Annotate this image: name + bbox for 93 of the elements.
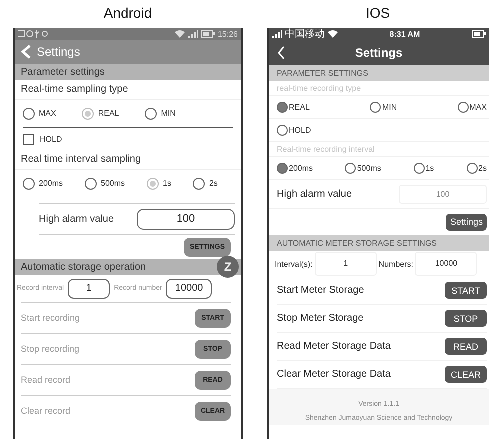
action-label: Clear Meter Storage Data (277, 369, 391, 380)
radio-button[interactable] (414, 162, 425, 174)
action-button[interactable]: CLEAR (445, 366, 487, 383)
group-label: Real-time recording interval (277, 144, 375, 154)
radio-option[interactable]: 1s (147, 178, 172, 190)
radio-button[interactable] (23, 178, 35, 190)
group-label: real-time recording type (277, 84, 362, 92)
section-title: PARAMETER SETTINGS (277, 68, 368, 78)
back-icon[interactable] (277, 46, 285, 60)
radio-label: 1s (163, 179, 172, 188)
radio-button[interactable] (85, 178, 98, 190)
signal-icon (272, 30, 282, 38)
input-field[interactable]: 10000 (166, 278, 212, 298)
status-time: 8:31 AM (390, 30, 420, 38)
radio-label: 500ms (101, 179, 126, 188)
group-label: Real-time sampling type (21, 84, 128, 95)
radio-label: MAX (470, 102, 487, 112)
input-field[interactable]: 100 (137, 208, 235, 230)
radio-option[interactable]: 500ms (85, 178, 126, 190)
action-label: Read Meter Storage Data (277, 341, 391, 352)
field-label: High alarm value (277, 188, 352, 200)
action-label: Start recording (21, 313, 80, 323)
radio-label: 200ms (39, 179, 64, 188)
settings-button[interactable]: Settings (446, 214, 487, 230)
field-label: High alarm value (39, 214, 114, 224)
radio-option[interactable]: 500ms (345, 162, 382, 174)
radio-button[interactable] (466, 162, 478, 174)
screen-title: Settings (355, 46, 403, 60)
battery-icon (472, 30, 486, 38)
radio-label: 1s (426, 164, 434, 172)
field-label: Interval(s): (275, 260, 313, 268)
checkbox-label: HOLD (40, 134, 62, 144)
radio-option[interactable]: MIN (370, 102, 398, 112)
radio-option[interactable]: 200ms (277, 162, 314, 174)
checkbox[interactable] (23, 134, 34, 144)
group-label: Real time interval sampling (21, 154, 142, 165)
radio-label: 200ms (289, 164, 314, 172)
action-label: Clear record (21, 406, 71, 416)
radio-label: 2s (478, 164, 487, 172)
radio-option[interactable]: REAL (82, 108, 120, 120)
radio-button[interactable] (277, 102, 288, 112)
action-label: Stop recording (21, 344, 80, 354)
screen-title: Settings (37, 45, 80, 59)
section-title: Parameter settings (21, 66, 105, 78)
radio-option[interactable]: MIN (145, 108, 176, 120)
notification-icons (18, 30, 48, 38)
radio-button[interactable] (370, 102, 382, 112)
action-label: Start Meter Storage (277, 285, 364, 296)
device-caption: IOS (366, 4, 390, 23)
radio-option[interactable]: MAX (458, 102, 487, 112)
radio-label: 2s (209, 179, 218, 188)
radio-label: REAL (289, 102, 310, 112)
radio-label: MIN (382, 102, 398, 112)
status-time: 15:26 (218, 30, 238, 38)
radio-button[interactable] (145, 108, 158, 120)
input-field[interactable]: 10000 (415, 252, 478, 276)
field-label: Numbers: (378, 260, 414, 268)
radio-label: 500ms (357, 164, 382, 172)
radio-option[interactable]: MAX (23, 108, 56, 120)
radio-option[interactable]: 2s (193, 178, 218, 190)
action-button[interactable]: STOP (445, 310, 487, 327)
input-field[interactable]: 1 (314, 252, 377, 276)
radio-label: MAX (39, 109, 56, 118)
wifi-icon (328, 30, 338, 38)
radio-option[interactable]: 200ms (23, 178, 64, 190)
radio-option[interactable]: 1s (414, 162, 434, 174)
radio-button[interactable] (23, 108, 35, 120)
action-button[interactable]: READ (445, 338, 487, 355)
wifi-icon (174, 30, 185, 38)
radio-button[interactable] (147, 178, 160, 190)
section-title: Automatic storage operation (21, 262, 146, 272)
section-title: AUTOMATIC METER STORAGE SETTINGS (277, 238, 438, 248)
action-button[interactable]: START (445, 282, 487, 299)
radio-button[interactable] (82, 108, 94, 120)
radio-button[interactable] (193, 178, 206, 190)
radio-label: MIN (161, 109, 176, 118)
radio-label: REAL (98, 109, 120, 118)
input-field[interactable]: 1 (68, 278, 110, 298)
action-label: Read record (21, 375, 71, 385)
input-field[interactable]: 100 (399, 184, 487, 204)
radio-option[interactable]: 2s (466, 162, 487, 174)
checkbox-label: HOLD (289, 126, 312, 134)
floating-button[interactable]: Z (217, 256, 239, 278)
signal-icon (188, 30, 198, 38)
radio-button[interactable] (277, 162, 288, 174)
radio-button[interactable] (345, 162, 356, 174)
device-caption: Android (104, 4, 152, 23)
carrier-name: 中国移动 (285, 28, 325, 41)
radio-button[interactable] (458, 102, 469, 112)
battery-icon (200, 30, 215, 38)
radio-button[interactable] (277, 124, 288, 136)
action-label: Stop Meter Storage (277, 313, 364, 324)
radio-option[interactable]: REAL (277, 102, 310, 112)
